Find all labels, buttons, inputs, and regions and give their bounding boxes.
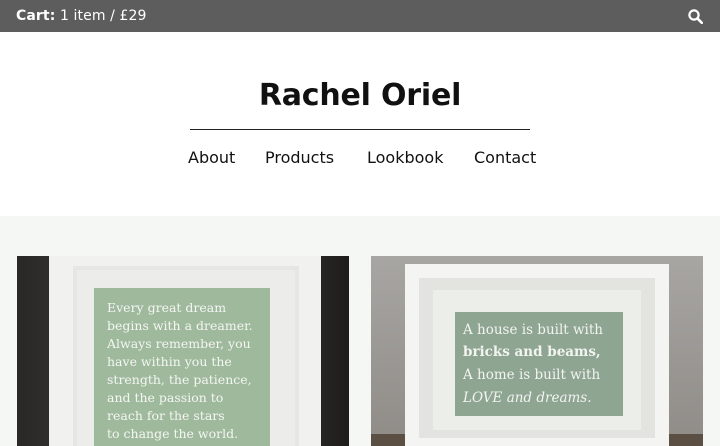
- site-header: Rachel Oriel About Products Lookbook Con…: [0, 32, 720, 216]
- svg-text:strength, the patience,: strength, the patience,: [107, 372, 252, 387]
- svg-text:A home is built with: A home is built with: [462, 367, 600, 383]
- nav-item-lookbook[interactable]: Lookbook: [367, 148, 443, 167]
- cart-link[interactable]: Cart: 1 item / £29: [16, 8, 147, 24]
- title-divider: [190, 129, 530, 130]
- svg-text:Always remember, you: Always remember, you: [106, 336, 251, 351]
- top-bar: Cart: 1 item / £29: [0, 0, 720, 32]
- search-button[interactable]: [686, 7, 704, 25]
- main-nav: About Products Lookbook Contact: [0, 148, 720, 172]
- svg-text:LOVE and dreams.: LOVE and dreams.: [462, 390, 592, 406]
- product-card-dreamer-print[interactable]: Every great dream begins with a dreamer.…: [17, 256, 349, 446]
- product-image: A house is built with bricks and beams, …: [371, 256, 703, 446]
- search-icon: [687, 8, 703, 24]
- svg-text:reach for the stars: reach for the stars: [107, 408, 225, 423]
- cart-summary: 1 item / £29: [59, 8, 147, 24]
- nav-item-contact[interactable]: Contact: [474, 148, 536, 167]
- cart-label: Cart:: [16, 8, 56, 24]
- product-image: Every great dream begins with a dreamer.…: [17, 256, 349, 446]
- nav-item-products[interactable]: Products: [265, 148, 334, 167]
- svg-text:begins with a dreamer.: begins with a dreamer.: [107, 318, 253, 333]
- svg-text:bricks and beams,: bricks and beams,: [463, 344, 601, 360]
- nav-item-about[interactable]: About: [188, 148, 235, 167]
- product-grid: Every great dream begins with a dreamer.…: [0, 216, 720, 446]
- svg-text:to change the world.: to change the world.: [107, 426, 238, 441]
- svg-text:Every great dream: Every great dream: [107, 300, 226, 315]
- svg-text:and the passion to: and the passion to: [107, 390, 223, 405]
- product-card-house-home-print[interactable]: A house is built with bricks and beams, …: [371, 256, 703, 446]
- svg-text:A house is built with: A house is built with: [462, 322, 603, 338]
- site-title[interactable]: Rachel Oriel: [0, 78, 720, 113]
- svg-text:have within you the: have within you the: [107, 354, 232, 369]
